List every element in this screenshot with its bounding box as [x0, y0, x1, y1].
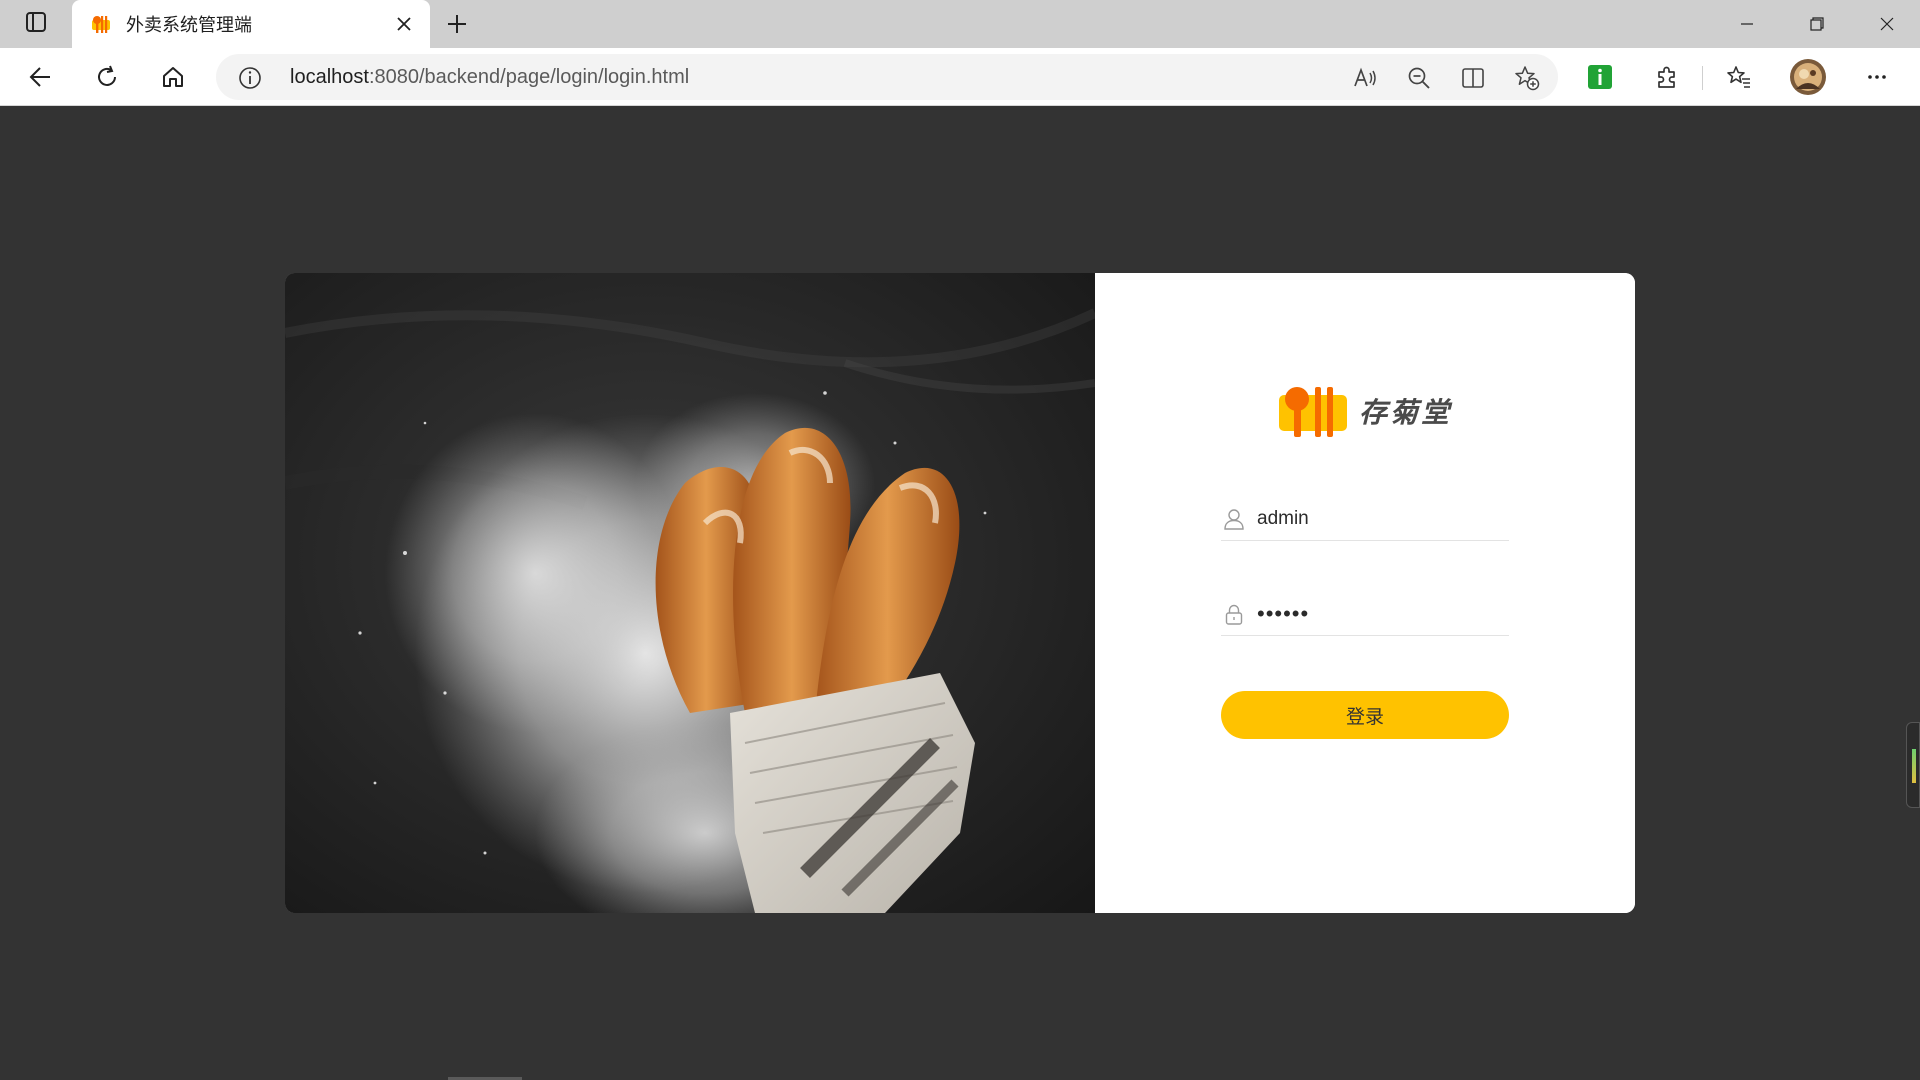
tab-title: 外卖系统管理端: [126, 15, 252, 35]
minimize-icon: [1741, 23, 1753, 25]
side-panel-indicator: [1912, 749, 1916, 783]
url-text[interactable]: localhost:8080/backend/page/login/login.…: [290, 66, 689, 89]
login-card: 存菊堂 登录: [285, 273, 1635, 913]
split-screen-icon[interactable]: [1458, 63, 1488, 93]
close-icon: [397, 17, 411, 31]
site-info-icon[interactable]: [236, 64, 264, 92]
tab-strip: 外卖系统管理端: [0, 0, 1920, 48]
minimize-button[interactable]: [1712, 0, 1782, 48]
plus-icon: [448, 15, 466, 33]
password-input[interactable]: [1257, 600, 1497, 627]
tab-actions-icon: [25, 11, 47, 38]
refresh-button[interactable]: [88, 59, 126, 95]
username-input[interactable]: [1257, 507, 1497, 530]
add-favorite-icon[interactable]: [1512, 63, 1542, 93]
zoom-out-icon[interactable]: [1404, 63, 1434, 93]
url-host: localhost: [290, 66, 369, 88]
back-icon: [29, 67, 50, 87]
window-close-button[interactable]: [1852, 0, 1920, 48]
restaurant-logo-icon: [90, 13, 112, 35]
more-menu-icon: [1868, 75, 1886, 79]
tab-actions-button[interactable]: [14, 10, 58, 38]
brand-logo: 存菊堂: [1277, 385, 1452, 437]
extensions-button[interactable]: [1648, 59, 1686, 95]
lock-icon: [1221, 601, 1247, 627]
back-button[interactable]: [22, 59, 60, 95]
url-path: :8080/backend/page/login/login.html: [368, 66, 690, 88]
address-bar[interactable]: localhost:8080/backend/page/login/login.…: [216, 54, 1558, 100]
restore-icon: [1810, 17, 1824, 31]
brand-name: 存菊堂: [1359, 397, 1453, 428]
refresh-icon: [98, 65, 116, 86]
login-button[interactable]: 登录: [1221, 691, 1509, 739]
extension-green-icon: [1588, 65, 1612, 89]
restore-button[interactable]: [1782, 0, 1852, 48]
tab-close-button[interactable]: [388, 8, 420, 40]
extensions-icon: [1658, 66, 1675, 88]
more-menu-button[interactable]: [1858, 59, 1896, 95]
home-button[interactable]: [154, 59, 192, 95]
password-field: [1221, 592, 1509, 636]
favorites-icon: [1727, 66, 1750, 88]
user-icon: [1221, 506, 1247, 532]
login-panel: 存菊堂 登录: [1095, 273, 1635, 913]
churros-photo: [285, 273, 1095, 913]
read-aloud-icon[interactable]: [1350, 63, 1380, 93]
username-field: [1221, 497, 1509, 541]
extension-button-green[interactable]: [1581, 59, 1619, 95]
browser-tab-active[interactable]: 外卖系统管理端: [72, 0, 430, 48]
home-icon: [163, 67, 183, 87]
favorites-button[interactable]: [1720, 59, 1758, 95]
toolbar-separator: [1702, 66, 1703, 90]
profile-avatar[interactable]: [1790, 59, 1826, 95]
side-panel-handle[interactable]: [1906, 722, 1920, 808]
browser-toolbar: localhost:8080/backend/page/login/login.…: [0, 48, 1920, 106]
restaurant-logo-icon: [1279, 387, 1347, 437]
close-icon: [1880, 17, 1894, 31]
new-tab-button[interactable]: [440, 8, 474, 40]
